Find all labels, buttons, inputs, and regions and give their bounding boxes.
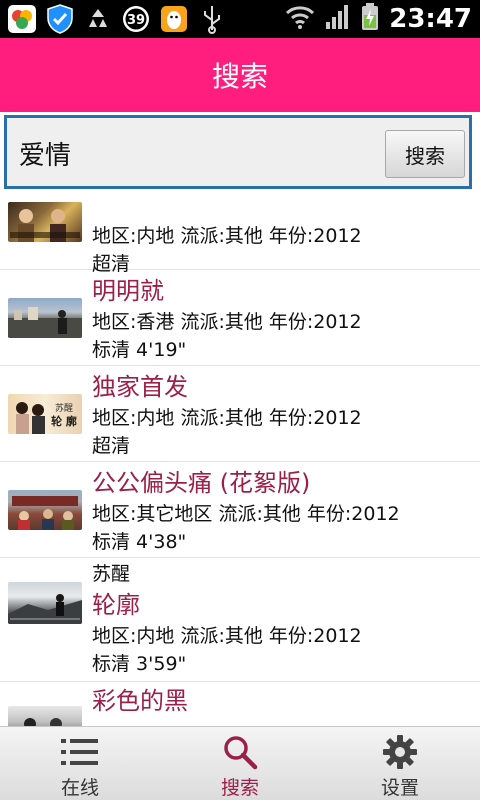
page-title: 搜索 (211, 60, 268, 93)
battery-charging-icon (361, 3, 379, 35)
item-quality: 超清 (92, 435, 131, 457)
tab-online[interactable]: 在线 (0, 727, 160, 800)
clock: 23:47 (389, 4, 472, 34)
item-text: 明明就 地区:香港 流派:其他 年份:2012 标清 4'19" (92, 274, 474, 364)
bottom-tab-bar: 在线 搜索 设置 (0, 726, 480, 800)
list-item[interactable]: 苏醒 轮廓 地区:内地 流派:其他 年份:2012 标清 3'59" (0, 558, 480, 682)
signal-icon (325, 4, 351, 34)
badge-39-icon: 39 (120, 3, 152, 35)
svg-text:39: 39 (127, 13, 145, 28)
item-quality: 标清 4'38" (92, 531, 187, 553)
svg-text:轮 廓: 轮 廓 (51, 414, 77, 428)
list-item[interactable]: 彩色的黑 (0, 682, 480, 726)
notification-icons: 39 (6, 3, 228, 35)
item-title: 独家首发 (92, 373, 188, 401)
video-thumbnail (8, 202, 82, 242)
list-item[interactable]: 明明就 地区:香港 流派:其他 年份:2012 标清 4'19" (0, 270, 480, 366)
qq-icon (158, 3, 190, 35)
search-icon (220, 733, 260, 771)
video-thumbnail (8, 298, 82, 338)
usb-icon (196, 3, 228, 35)
item-meta: 地区:内地 流派:其他 年份:2012 (92, 625, 362, 647)
item-meta: 地区:内地 流派:其他 年份:2012 (92, 225, 362, 247)
item-title: 彩色的黑 (92, 687, 188, 715)
tab-label: 设置 (380, 777, 419, 799)
tab-label: 在线 (60, 777, 99, 799)
svg-text:苏醒: 苏醒 (55, 402, 73, 414)
video-thumbnail (8, 490, 82, 530)
item-title (92, 196, 474, 222)
item-text: 苏醒 轮廓 地区:内地 流派:其他 年份:2012 标清 3'59" (92, 560, 474, 678)
item-meta: 地区:内地 流派:其他 年份:2012 (92, 407, 362, 429)
list-item[interactable]: 公公偏头痛 (花絮版) 地区:其它地区 流派:其他 年份:2012 标清 4'3… (0, 462, 480, 558)
item-title: 公公偏头痛 (花絮版) (92, 469, 311, 497)
tab-settings[interactable]: 设置 (320, 727, 480, 800)
list-item[interactable]: 地区:内地 流派:其他 年份:2012 超清 (0, 196, 480, 275)
title-bar: 搜索 (0, 38, 480, 112)
tab-search[interactable]: 搜索 (160, 727, 320, 800)
video-thumbnail (8, 706, 82, 726)
system-status: 23:47 (285, 0, 472, 38)
item-title: 明明就 (92, 277, 164, 305)
wifi-icon (285, 4, 315, 34)
recycle-icon (82, 3, 114, 35)
results-list[interactable]: 地区:内地 流派:其他 年份:2012 超清 明明就 地区:香港 流派:其他 年… (0, 196, 480, 726)
item-title: 轮廓 (92, 591, 140, 619)
video-thumbnail (8, 582, 82, 624)
item-meta: 地区:香港 流派:其他 年份:2012 (92, 311, 362, 333)
search-button[interactable]: 搜索 (385, 130, 465, 178)
list-item[interactable]: 苏醒轮 廓 独家首发 地区:内地 流派:其他 年份:2012 超清 (0, 366, 480, 462)
status-bar: 39 23:47 (0, 0, 480, 38)
app-store-icon (6, 3, 38, 35)
item-text: 地区:内地 流派:其他 年份:2012 超清 (92, 196, 474, 278)
list-icon (60, 733, 100, 771)
item-subtitle: 苏醒 (92, 563, 131, 585)
tab-label: 搜索 (220, 777, 259, 799)
item-quality: 标清 3'59" (92, 653, 187, 675)
item-meta: 地区:其它地区 流派:其他 年份:2012 (92, 503, 400, 525)
item-quality: 标清 4'19" (92, 339, 187, 361)
shield-icon (44, 3, 76, 35)
search-input[interactable] (17, 132, 381, 174)
item-text: 彩色的黑 (92, 684, 474, 718)
item-text: 公公偏头痛 (花絮版) 地区:其它地区 流派:其他 年份:2012 标清 4'3… (92, 466, 474, 556)
item-text: 独家首发 地区:内地 流派:其他 年份:2012 超清 (92, 370, 474, 460)
gear-icon (380, 733, 420, 771)
search-bar: 搜索 (4, 115, 472, 189)
video-thumbnail: 苏醒轮 廓 (8, 394, 82, 434)
